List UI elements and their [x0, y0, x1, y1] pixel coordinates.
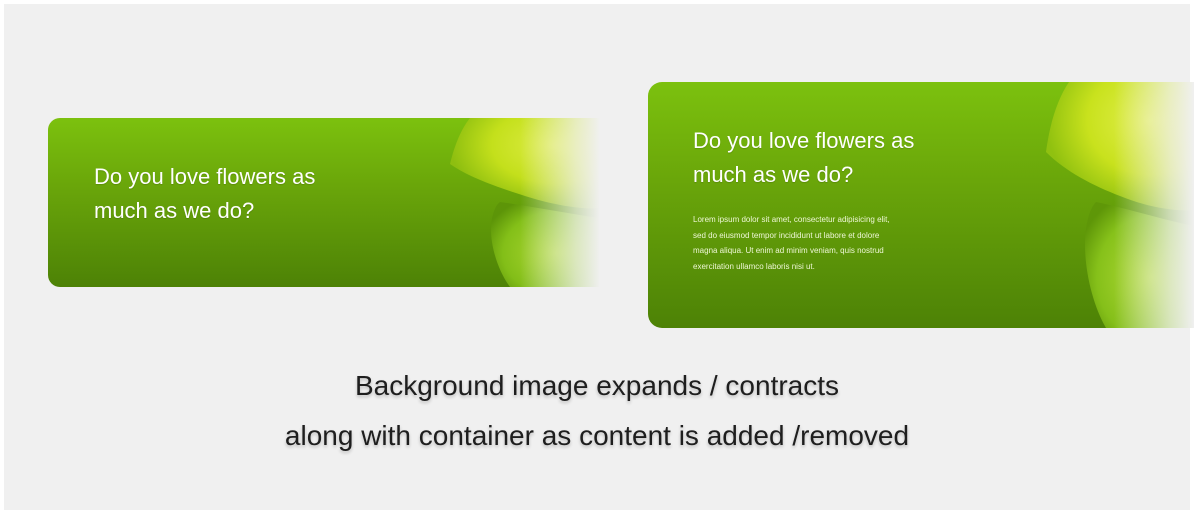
card-body-line: magna aliqua. Ut enim ad minim veniam, q…: [693, 246, 884, 255]
card-title-line: much as we do?: [693, 162, 854, 187]
card-title-line: much as we do?: [94, 198, 255, 223]
card-title-line: Do you love flowers as: [693, 128, 915, 153]
card-body-line: Lorem ipsum dolor sit amet, consectetur …: [693, 215, 890, 224]
caption-line: along with container as content is added…: [284, 420, 910, 451]
image-fade-edge: [520, 118, 600, 287]
card-body-line: exercitation ullamco laboris nisi ut.: [693, 261, 815, 271]
card-body-line: sed do eiusmod tempor incididunt ut labo…: [693, 230, 880, 240]
card-title: Do you love flowers as much as we do?: [693, 124, 1013, 192]
card-small: Do you love flowers as much as we do?: [48, 118, 600, 287]
card-large: Do you love flowers as much as we do? Lo…: [648, 82, 1194, 328]
card-body-text: Lorem ipsum dolor sit amet, consectetur …: [693, 212, 1038, 274]
flower-image-icon: [1046, 82, 1194, 328]
card-title: Do you love flowers as much as we do?: [94, 160, 414, 228]
caption-line: Background image expands / contracts: [354, 370, 840, 401]
flower-image-icon: [450, 118, 600, 287]
card-title-line: Do you love flowers as: [94, 164, 316, 189]
image-fade-edge: [1114, 82, 1194, 328]
